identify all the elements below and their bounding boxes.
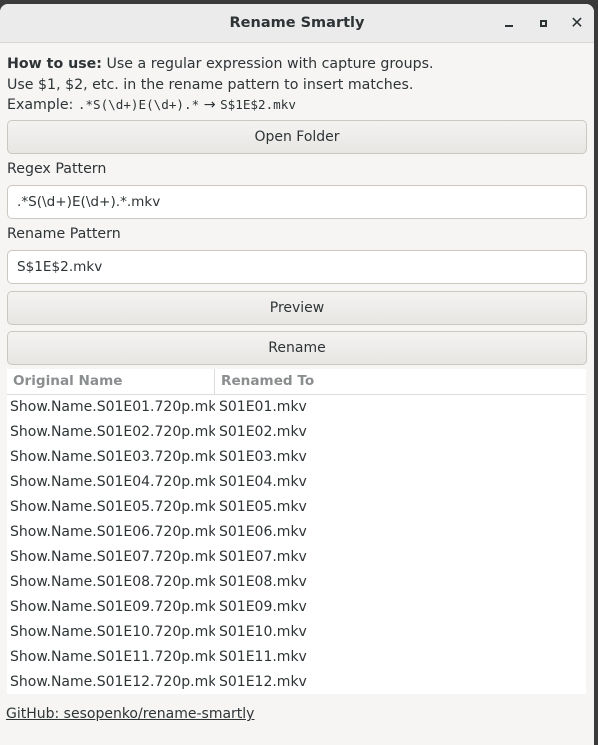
minimize-button[interactable] bbox=[499, 13, 519, 33]
main-content: How to use: Use a regular expression wit… bbox=[0, 54, 594, 365]
table-row[interactable]: Show.Name.S01E08.720p.mkv S01E08.mkv bbox=[7, 570, 586, 595]
howto-label: How to use: bbox=[7, 56, 102, 72]
original-name-cell: Show.Name.S01E01.720p.mkv bbox=[10, 399, 215, 415]
instructions-example: Example: .*S(\d+)E(\d+).* → S$1E$2.mkv bbox=[7, 95, 587, 116]
renamed-to-cell: S01E07.mkv bbox=[219, 549, 307, 565]
original-name-cell: Show.Name.S01E02.720p.mkv bbox=[10, 424, 215, 440]
example-label: Example: bbox=[7, 97, 78, 113]
regex-pattern-label: Regex Pattern bbox=[7, 160, 107, 177]
original-name-cell: Show.Name.S01E04.720p.mkv bbox=[10, 474, 215, 490]
arrow-icon: → bbox=[199, 97, 221, 113]
original-name-cell: Show.Name.S01E06.720p.mkv bbox=[10, 524, 215, 540]
table-row[interactable]: Show.Name.S01E11.720p.mkv S01E11.mkv bbox=[7, 645, 586, 670]
titlebar: Rename Smartly ✕ bbox=[0, 4, 594, 43]
instructions-line-1: How to use: Use a regular expression wit… bbox=[7, 54, 587, 75]
original-name-cell: Show.Name.S01E05.720p.mkv bbox=[10, 499, 215, 515]
renamed-to-cell: S01E06.mkv bbox=[219, 524, 307, 540]
renamed-to-cell: S01E03.mkv bbox=[219, 449, 307, 465]
github-link[interactable]: GitHub: sesopenko/rename-smartly bbox=[6, 706, 254, 722]
close-button[interactable]: ✕ bbox=[567, 13, 587, 33]
rename-button[interactable]: Rename bbox=[7, 330, 587, 365]
example-result: S$1E$2.mkv bbox=[220, 97, 296, 112]
table-row[interactable]: Show.Name.S01E07.720p.mkv S01E07.mkv bbox=[7, 545, 586, 570]
maximize-icon bbox=[539, 19, 547, 27]
original-name-cell: Show.Name.S01E03.720p.mkv bbox=[10, 449, 215, 465]
howto-text: Use a regular expression with capture gr… bbox=[101, 56, 434, 72]
close-icon: ✕ bbox=[570, 13, 584, 32]
renamed-to-cell: S01E09.mkv bbox=[219, 599, 307, 615]
renamed-to-cell: S01E04.mkv bbox=[219, 474, 307, 490]
rename-preview-table: Original Name Renamed To Show.Name.S01E0… bbox=[7, 369, 586, 694]
regex-pattern-input[interactable]: .*S(\d+)E(\d+).*.mkv bbox=[7, 184, 587, 219]
rename-pattern-label: Rename Pattern bbox=[7, 225, 121, 242]
renamed-to-cell: S01E01.mkv bbox=[219, 399, 307, 415]
table-header: Original Name Renamed To bbox=[7, 369, 586, 395]
renamed-to-cell: S01E02.mkv bbox=[219, 424, 307, 440]
table-body: Show.Name.S01E01.720p.mkv S01E01.mkv Show.… bbox=[7, 395, 586, 694]
table-row[interactable]: Show.Name.S01E06.720p.mkv S01E06.mkv bbox=[7, 520, 586, 545]
column-header-renamed-to[interactable]: Renamed To bbox=[215, 369, 314, 394]
original-name-cell: Show.Name.S01E07.720p.mkv bbox=[10, 549, 215, 565]
table-row[interactable]: Show.Name.S01E05.720p.mkv S01E05.mkv bbox=[7, 495, 586, 520]
table-row[interactable]: Show.Name.S01E12.720p.mkv S01E12.mkv bbox=[7, 670, 586, 694]
column-header-original-name[interactable]: Original Name bbox=[7, 369, 215, 394]
app-window: Rename Smartly ✕ How to use: Use a regul… bbox=[0, 4, 594, 745]
table-row[interactable]: Show.Name.S01E03.720p.mkv S01E03.mkv bbox=[7, 445, 586, 470]
example-regex: .*S(\d+)E(\d+).* bbox=[77, 97, 200, 112]
usage-instructions: How to use: Use a regular expression wit… bbox=[7, 54, 587, 116]
table-row[interactable]: Show.Name.S01E04.720p.mkv S01E04.mkv bbox=[7, 470, 586, 495]
original-name-cell: Show.Name.S01E11.720p.mkv bbox=[10, 649, 215, 665]
renamed-to-cell: S01E12.mkv bbox=[219, 674, 307, 690]
original-name-cell: Show.Name.S01E08.720p.mkv bbox=[10, 574, 215, 590]
maximize-button[interactable] bbox=[533, 13, 553, 33]
renamed-to-cell: S01E08.mkv bbox=[219, 574, 307, 590]
original-name-cell: Show.Name.S01E09.720p.mkv bbox=[10, 599, 215, 615]
table-row[interactable]: Show.Name.S01E02.720p.mkv S01E02.mkv bbox=[7, 420, 586, 445]
renamed-to-cell: S01E10.mkv bbox=[219, 624, 307, 640]
preview-button[interactable]: Preview bbox=[7, 290, 587, 325]
renamed-to-cell: S01E05.mkv bbox=[219, 499, 307, 515]
table-row[interactable]: Show.Name.S01E10.720p.mkv S01E10.mkv bbox=[7, 620, 586, 645]
instructions-line-2: Use $1, $2, etc. in the rename pattern t… bbox=[7, 76, 414, 93]
table-row[interactable]: Show.Name.S01E01.720p.mkv S01E01.mkv bbox=[7, 395, 586, 420]
original-name-cell: Show.Name.S01E12.720p.mkv bbox=[10, 674, 215, 690]
table-row[interactable]: Show.Name.S01E09.720p.mkv S01E09.mkv bbox=[7, 595, 586, 620]
minimize-icon bbox=[505, 25, 513, 27]
renamed-to-cell: S01E11.mkv bbox=[219, 649, 307, 665]
open-folder-button[interactable]: Open Folder bbox=[7, 119, 587, 154]
rename-pattern-input[interactable]: S$1E$2.mkv bbox=[7, 249, 587, 284]
original-name-cell: Show.Name.S01E10.720p.mkv bbox=[10, 624, 215, 640]
